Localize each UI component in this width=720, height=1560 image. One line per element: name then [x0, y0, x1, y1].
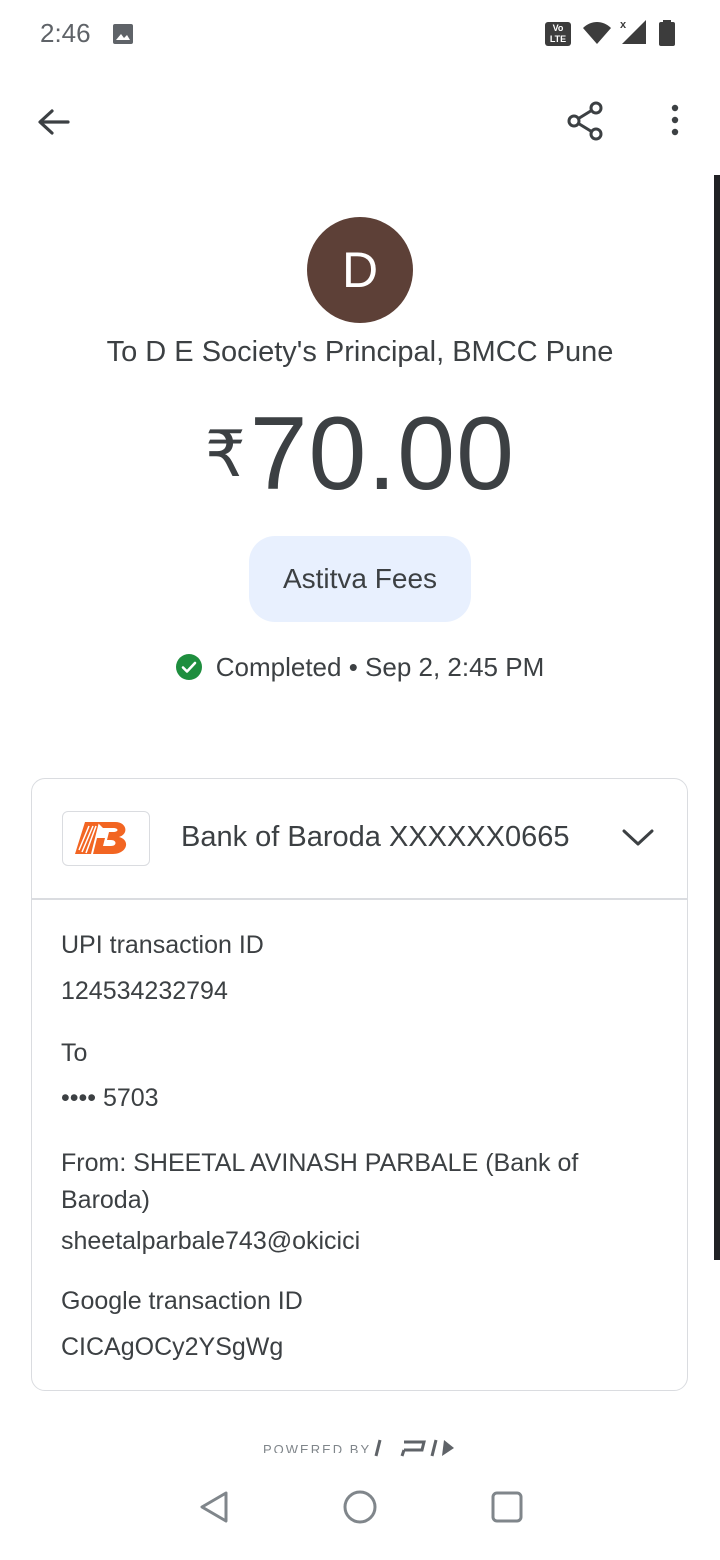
google-txn-value: CICAgOCy2YSgWg — [61, 1333, 284, 1361]
upi-logo — [374, 1439, 454, 1457]
bank-account-label[interactable]: Bank of Baroda XXXXXX0665 — [181, 821, 570, 854]
amount-display: ₹70.00 — [0, 395, 720, 514]
nav-recents-icon[interactable] — [490, 1490, 524, 1524]
payment-status-text: Completed • Sep 2, 2:45 PM — [215, 652, 545, 682]
from-label: From: SHEETAL AVINASH PARBALE (Bank of B… — [61, 1149, 579, 1214]
share-icon[interactable] — [562, 98, 608, 144]
from-value: sheetalparbale743@okicici — [61, 1227, 361, 1255]
gallery-icon — [113, 24, 133, 44]
more-vert-icon[interactable] — [660, 98, 690, 144]
status-time: 2:46 — [40, 18, 91, 48]
google-txn-label: Google transaction ID — [61, 1287, 303, 1315]
nav-back-icon[interactable] — [198, 1489, 232, 1525]
to-value: •••• 5703 — [61, 1084, 159, 1112]
payee-avatar: D — [307, 217, 413, 323]
payment-note-chip: Astitva Fees — [249, 536, 471, 622]
powered-by-label: POWERED BY — [263, 1442, 372, 1453]
check-circle-icon — [175, 654, 202, 680]
card-divider — [32, 898, 687, 900]
payee-name: To D E Society's Principal, BMCC Pune — [106, 336, 614, 368]
battery-icon — [659, 20, 675, 46]
upi-txn-label: UPI transaction ID — [61, 931, 264, 959]
nav-home-icon[interactable] — [341, 1488, 379, 1526]
amount-value: 70.00 — [249, 396, 515, 512]
to-label: To — [61, 1039, 88, 1067]
svg-text:x: x — [620, 19, 627, 31]
back-arrow-icon[interactable] — [30, 100, 76, 146]
signal-icon: x — [620, 19, 646, 44]
upi-txn-value: 124534232794 — [61, 977, 228, 1005]
bank-of-baroda-logo — [62, 811, 150, 866]
transaction-details-card: Bank of Baroda XXXXXX0665 UPI transactio… — [31, 778, 688, 1391]
chevron-down-icon[interactable] — [620, 825, 656, 849]
payment-status: Completed • Sep 2, 2:45 PM — [0, 652, 720, 683]
volte-icon: Vo LTE — [545, 22, 571, 46]
currency-symbol: ₹ — [205, 418, 246, 490]
wifi-icon — [583, 22, 611, 44]
